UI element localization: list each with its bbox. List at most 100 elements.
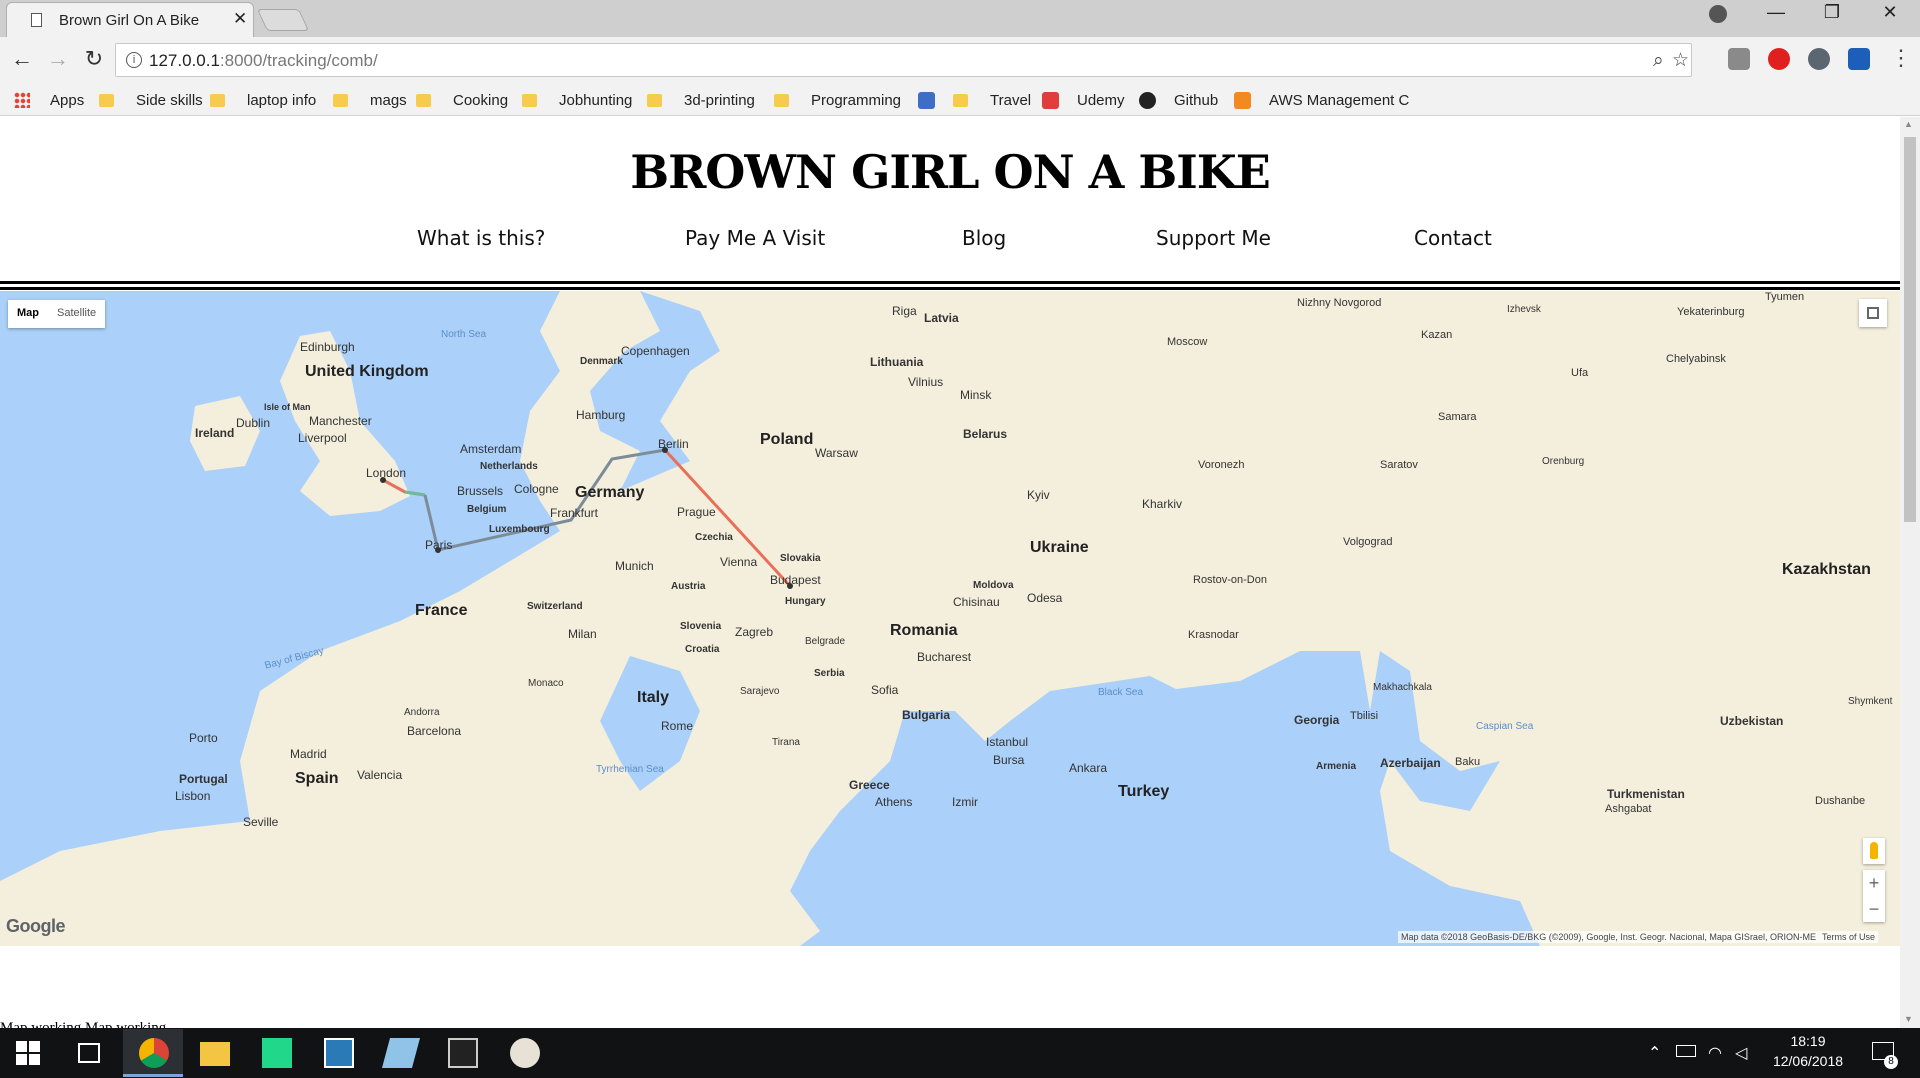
scroll-down-arrow-icon[interactable]: ▼ — [1904, 1014, 1913, 1024]
bookmark-cooking[interactable]: Cooking — [416, 88, 508, 112]
paint-icon[interactable] — [510, 1038, 540, 1068]
map-label: Portugal — [179, 772, 228, 786]
map-label: Armenia — [1316, 761, 1357, 772]
file-explorer-icon[interactable] — [200, 1042, 230, 1066]
windows-start-icon[interactable] — [16, 1041, 40, 1065]
pycharm-icon[interactable] — [262, 1038, 292, 1068]
map-label: Makhachkala — [1373, 682, 1432, 693]
fullscreen-button[interactable] — [1859, 299, 1887, 327]
map-label: Ufa — [1571, 367, 1589, 379]
terminal-icon[interactable] — [448, 1038, 478, 1068]
forward-button[interactable]: → — [44, 46, 72, 72]
map-label: Luxembourg — [489, 524, 550, 535]
opera-icon[interactable] — [1768, 48, 1790, 70]
info-icon[interactable]: i — [126, 52, 142, 68]
star-icon[interactable]: ☆ — [1672, 49, 1689, 71]
map-label: Rostov-on-Don — [1193, 574, 1267, 586]
map-label: Baku — [1455, 756, 1481, 768]
clock-time[interactable]: 18:19 — [1750, 1033, 1866, 1049]
url-text[interactable]: 127.0.0.1:8000/tracking/comb/ — [149, 51, 378, 71]
nav-what-is-this[interactable]: What is this? — [417, 226, 545, 250]
map-label: Tirana — [772, 737, 800, 748]
bookmark-github[interactable]: Github — [1139, 88, 1218, 112]
task-view-icon[interactable] — [78, 1043, 100, 1063]
clock-date[interactable]: 12/06/2018 — [1750, 1053, 1866, 1069]
profile-icon[interactable] — [1709, 5, 1727, 23]
bookmark-udemy[interactable]: Udemy — [1042, 88, 1125, 112]
map-label: Saratov — [1380, 459, 1418, 471]
extension-icon[interactable] — [1728, 48, 1750, 70]
taskbar-active-indicator — [123, 1074, 183, 1077]
street-view-pegman[interactable] — [1863, 838, 1885, 864]
bookmark-aws[interactable]: AWS Management C — [1234, 88, 1409, 112]
nav-contact[interactable]: Contact — [1414, 226, 1492, 250]
reload-button[interactable]: ↻ — [80, 46, 108, 72]
bookmark-extension-icon[interactable] — [1848, 48, 1870, 70]
map-label: Shymkent — [1848, 696, 1893, 707]
browser-menu-icon[interactable]: ⋮ — [1890, 45, 1912, 71]
battery-icon[interactable] — [1676, 1045, 1696, 1057]
close-window-button[interactable]: ✕ — [1870, 2, 1910, 23]
bookmark-programming[interactable]: Programming — [774, 88, 901, 112]
address-bar[interactable]: i 127.0.0.1:8000/tracking/comb/ ⌕ ☆ — [115, 43, 1692, 77]
map-type-map-button[interactable]: Map — [8, 300, 48, 328]
map-label: Istanbul — [986, 735, 1029, 749]
map-label: Kharkiv — [1142, 497, 1183, 511]
new-tab-button[interactable] — [256, 9, 310, 31]
nav-pay-me-a-visit[interactable]: Pay Me A Visit — [685, 226, 825, 250]
wifi-icon[interactable]: ◠ — [1708, 1043, 1722, 1062]
map-label: Bursa — [993, 753, 1025, 767]
bookmark-apps[interactable]: Apps — [14, 88, 84, 112]
page-scrollbar[interactable]: ▲ ▼ — [1900, 117, 1920, 1028]
chevron-up-icon[interactable]: ⌃ — [1648, 1043, 1661, 1062]
map-type-satellite-button[interactable]: Satellite — [48, 300, 105, 328]
map-label: Samara — [1438, 411, 1477, 423]
map-label: Riga — [892, 304, 917, 318]
aws-icon — [1234, 91, 1251, 109]
search-icon[interactable]: ⌕ — [1653, 49, 1664, 71]
chrome-icon[interactable] — [139, 1038, 169, 1068]
bookmark-jobhunting[interactable]: Jobhunting — [522, 88, 632, 112]
map-label: Kazan — [1421, 329, 1453, 341]
maximize-button[interactable]: ❐ — [1812, 2, 1852, 23]
sync-icon[interactable] — [1808, 48, 1830, 70]
map-label: Greece — [849, 778, 890, 792]
browser-tab[interactable]: Brown Girl On A Bike ✕ — [6, 2, 254, 37]
map-label: Minsk — [960, 388, 992, 402]
bookmark-3d-printing[interactable]: 3d-printing — [647, 88, 755, 112]
bookmark-laptop-info[interactable]: laptop info — [210, 88, 316, 112]
scroll-thumb[interactable] — [1904, 137, 1916, 522]
bookmark-mags[interactable]: mags — [333, 88, 407, 112]
map-label: Izhevsk — [1507, 304, 1541, 315]
zoom-out-button[interactable]: − — [1863, 896, 1885, 922]
notepad-icon[interactable] — [381, 1038, 421, 1068]
bookmark-side-skills[interactable]: Side skills — [99, 88, 203, 112]
volume-icon[interactable]: ◁ — [1735, 1043, 1747, 1062]
map-label: Moldova — [973, 580, 1014, 591]
scroll-up-arrow-icon[interactable]: ▲ — [1904, 119, 1913, 129]
map-label: Milan — [568, 627, 597, 641]
bookmark-travel[interactable]: Travel — [918, 88, 1031, 112]
back-button[interactable]: ← — [8, 46, 36, 72]
map-label: Slovenia — [680, 621, 722, 632]
map-label: Odesa — [1027, 591, 1063, 605]
map-label: Czechia — [695, 532, 733, 543]
udemy-icon — [1042, 91, 1059, 109]
map-label: Austria — [671, 581, 706, 592]
map-label: Munich — [615, 559, 654, 573]
zoom-in-button[interactable]: + — [1863, 870, 1885, 896]
nav-blog[interactable]: Blog — [962, 226, 1006, 250]
map-label: Poland — [760, 431, 814, 448]
app-icon[interactable] — [324, 1038, 354, 1068]
folder-icon — [647, 93, 662, 107]
document-icon — [31, 13, 42, 27]
pegman-icon — [1870, 842, 1878, 859]
map-status-text: Map working Map working — [0, 1020, 167, 1028]
nav-support-me[interactable]: Support Me — [1156, 226, 1271, 250]
map-label: Dublin — [236, 416, 271, 430]
tab-close-button[interactable]: ✕ — [233, 9, 247, 29]
minimize-button[interactable]: — — [1756, 2, 1796, 23]
terms-of-use-link[interactable]: Terms of Use — [1819, 931, 1879, 943]
map-label: North Sea — [441, 329, 487, 340]
route-map[interactable]: United Kingdom Ireland Poland Germany Fr… — [0, 291, 1900, 946]
